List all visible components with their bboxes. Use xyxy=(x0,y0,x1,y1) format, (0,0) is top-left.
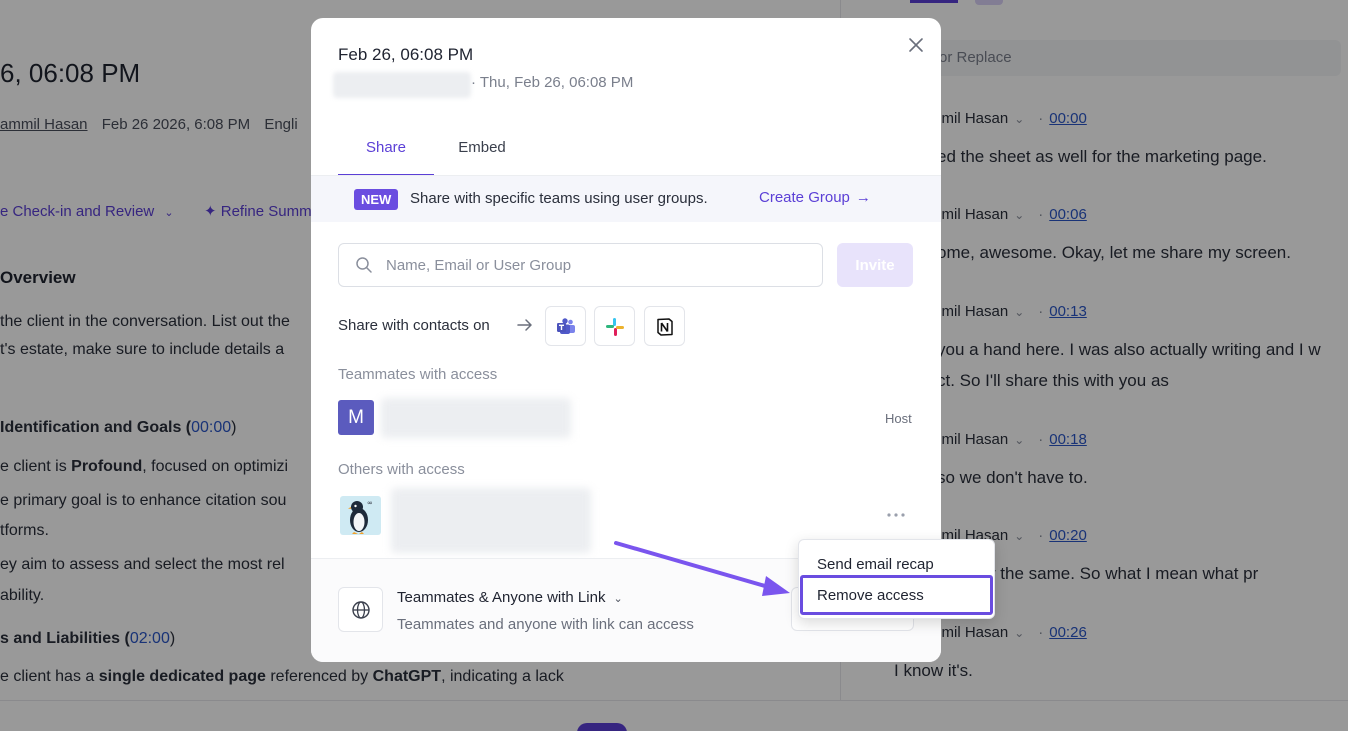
teammates-section-label: Teammates with access xyxy=(338,366,498,383)
close-icon[interactable] xyxy=(905,34,927,56)
arrow-right-icon: → xyxy=(855,189,871,206)
modal-subtitle: · Thu, Feb 26, 06:08 PM xyxy=(471,74,634,91)
link-access-description: Teammates and anyone with link can acces… xyxy=(397,616,694,633)
redacted-guest xyxy=(391,488,591,553)
modal-title: Feb 26, 06:08 PM xyxy=(338,45,474,64)
new-badge: NEW xyxy=(354,189,399,210)
tab-share[interactable]: Share xyxy=(338,130,434,176)
search-icon xyxy=(355,256,373,274)
notion-icon xyxy=(657,318,673,336)
share-contacts-label: Share with contacts on xyxy=(338,317,490,334)
teams-button[interactable] xyxy=(545,306,586,346)
chevron-down-icon: ⌄ xyxy=(613,593,623,605)
banner-text: Share with specific teams using user gro… xyxy=(410,190,708,207)
svg-text:∞: ∞ xyxy=(367,499,373,507)
arrow-right-icon xyxy=(515,316,535,334)
redacted-text xyxy=(333,72,471,98)
invite-button[interactable]: Invite xyxy=(837,243,913,287)
slack-button[interactable] xyxy=(594,306,635,346)
notion-button[interactable] xyxy=(644,306,685,346)
user-groups-banner: NEW Share with specific teams using user… xyxy=(311,176,941,222)
penguin-avatar: ∞ xyxy=(340,496,381,535)
role-label: Host xyxy=(885,411,912,426)
globe-icon xyxy=(338,587,383,632)
teams-icon xyxy=(557,318,575,334)
highlight-box xyxy=(800,575,993,615)
others-section-label: Others with access xyxy=(338,461,465,478)
more-options-icon[interactable] xyxy=(883,505,909,525)
link-access-selector[interactable]: Teammates & Anyone with Link ⌄ xyxy=(397,589,623,606)
send-email-recap-item[interactable]: Send email recap xyxy=(817,556,934,573)
slack-icon xyxy=(606,318,624,336)
tab-embed[interactable]: Embed xyxy=(434,130,530,176)
create-group-link[interactable]: Create Group → xyxy=(759,189,871,206)
avatar: M xyxy=(338,400,374,435)
redacted-teammate xyxy=(381,398,571,438)
invite-search-input[interactable] xyxy=(338,243,823,287)
